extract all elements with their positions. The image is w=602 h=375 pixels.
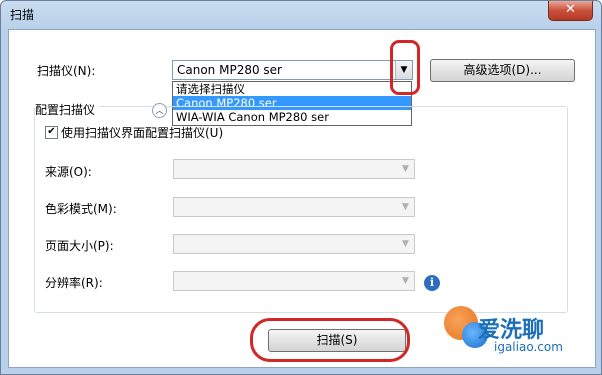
scanner-label: 扫描仪(N): — [37, 64, 96, 78]
collapse-icon[interactable]: ︿ — [152, 103, 167, 118]
scanner-select[interactable]: Canon MP280 ser ▼ — [172, 60, 413, 80]
page-size-select: ▼ — [173, 234, 415, 254]
advanced-options-button[interactable]: 高级选项(D)... — [430, 59, 575, 82]
title-bar: 扫描 ✕ — [1, 1, 601, 28]
config-group-title: 配置扫描仪 — [35, 101, 100, 118]
page-size-label: 页面大小(P): — [45, 239, 114, 253]
source-select: ▼ — [173, 159, 415, 179]
highlight-scan-button — [250, 318, 410, 362]
close-icon: ✕ — [565, 2, 576, 17]
use-ui-checkbox[interactable]: ✔ — [45, 126, 58, 139]
color-mode-select: ▼ — [173, 197, 415, 217]
use-ui-checkbox-label: 使用扫描仪界面配置扫描仪(U) — [61, 126, 224, 140]
chevron-down-icon: ▼ — [402, 239, 409, 249]
chevron-down-icon: ▼ — [402, 202, 409, 212]
watermark-url: igaliao.com — [494, 340, 563, 354]
highlight-dropdown-arrow — [390, 40, 420, 95]
resolution-select: ▼ — [173, 271, 415, 291]
close-button[interactable]: ✕ — [548, 1, 593, 21]
color-mode-label: 色彩模式(M): — [45, 202, 117, 216]
dropdown-option[interactable]: 请选择扫描仪 — [173, 82, 411, 96]
source-label: 来源(O): — [45, 165, 92, 179]
chevron-down-icon: ▼ — [402, 276, 409, 286]
resolution-label: 分辨率(R): — [45, 276, 103, 290]
info-icon[interactable]: i — [424, 275, 440, 291]
chevron-down-icon: ▼ — [402, 164, 409, 174]
scanner-select-value: Canon MP280 ser — [177, 63, 282, 77]
dialog-title: 扫描 — [10, 8, 35, 22]
